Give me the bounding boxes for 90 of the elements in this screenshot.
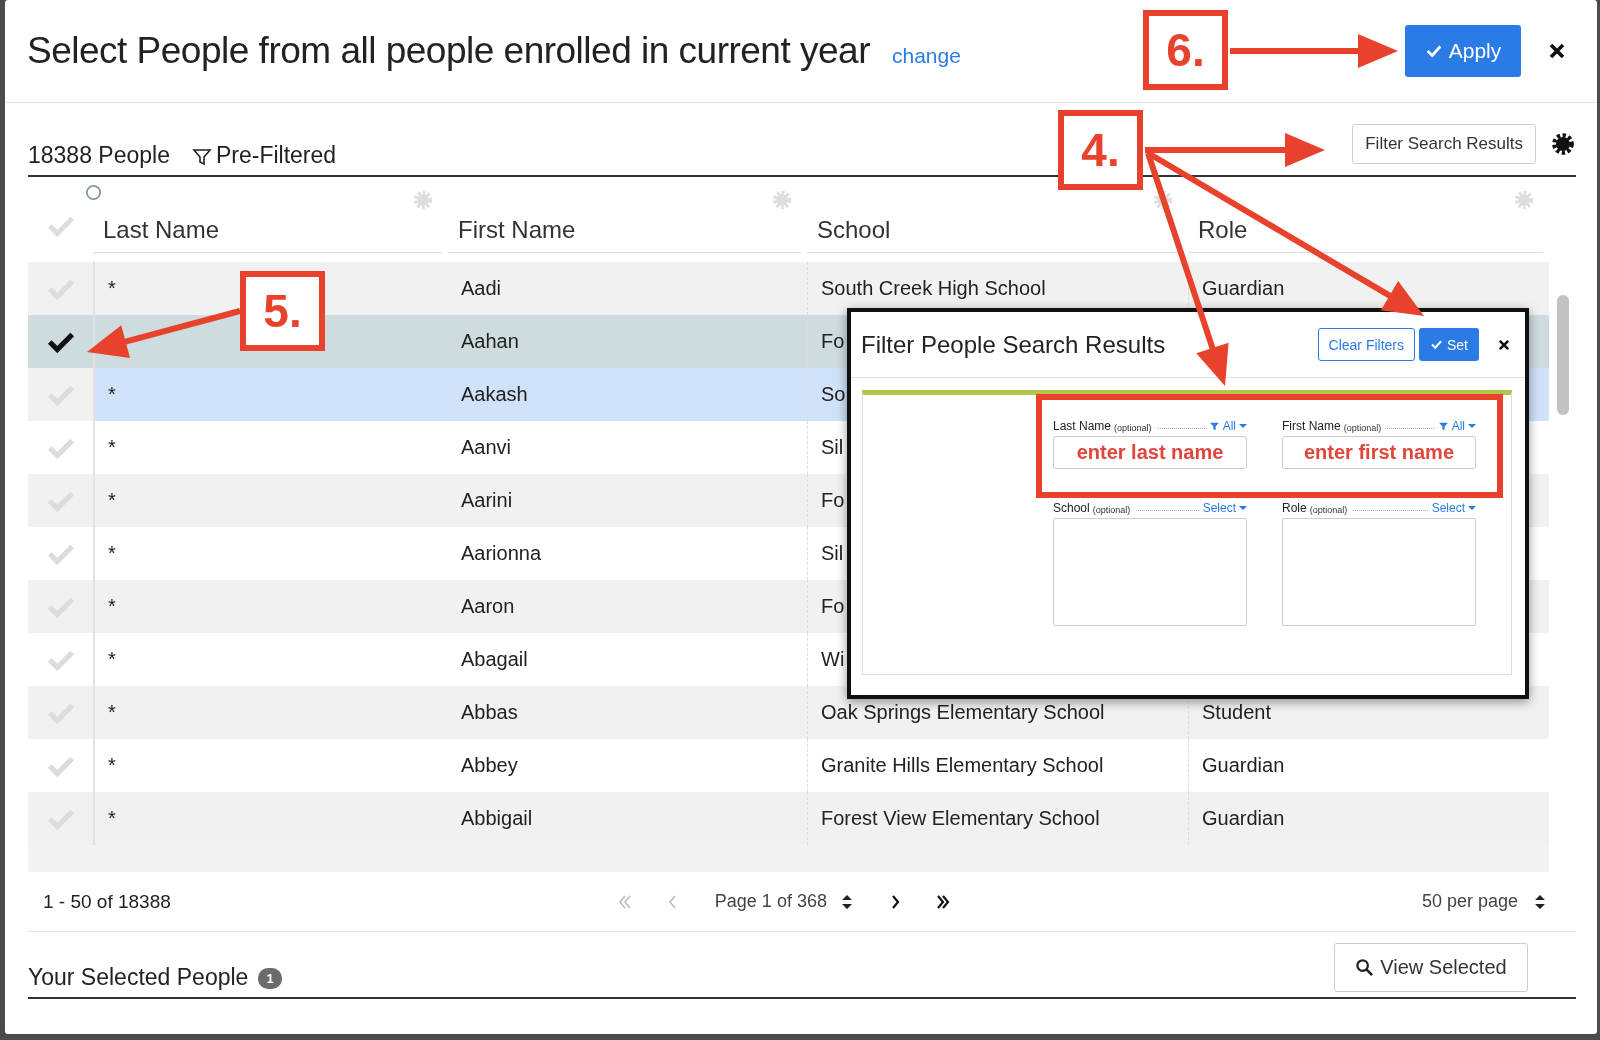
- table-cell: *: [108, 595, 116, 618]
- count-badge: 1: [258, 968, 282, 989]
- table-cell: Oak Springs Elementary School: [821, 701, 1105, 724]
- table-row[interactable]: * Abbigail Forest View Elementary School Guardian: [28, 792, 1549, 845]
- table-cell: Student: [1202, 701, 1271, 724]
- table-cell: *: [108, 807, 116, 830]
- table-cell: *: [108, 648, 116, 671]
- clear-filters-button[interactable]: Clear Filters: [1317, 328, 1415, 361]
- column-header[interactable]: Role: [1198, 216, 1248, 244]
- view-selected-button[interactable]: View Selected: [1334, 943, 1528, 992]
- table-cell: *: [108, 542, 116, 565]
- caret-icon: [1239, 423, 1247, 429]
- table-cell: Forest View Elementary School: [821, 807, 1100, 830]
- set-button[interactable]: Set: [1419, 328, 1479, 361]
- table-cell: Aakash: [461, 383, 528, 406]
- table-cell: Wi: [821, 648, 845, 671]
- table-cell: Granite Hills Elementary School: [821, 754, 1104, 777]
- filter-search-results-button[interactable]: Filter Search Results: [1352, 124, 1536, 164]
- table-cell: Fo: [821, 489, 845, 512]
- field-label: School: [1053, 501, 1090, 515]
- people-count: 18388 People: [28, 142, 170, 169]
- table-cell: Fo: [821, 330, 845, 353]
- per-page-select[interactable]: 50 per page: [1421, 891, 1518, 912]
- table-cell: *: [108, 701, 116, 724]
- filter-status: Pre-Filtered: [215, 142, 337, 169]
- table-cell: *: [108, 383, 116, 406]
- column-header[interactable]: First Name: [458, 216, 576, 244]
- filter-dropdown[interactable]: All: [1437, 419, 1476, 433]
- table-cell: Guardian: [1202, 754, 1285, 777]
- table-cell: *: [108, 489, 116, 512]
- filter-dropdown[interactable]: Select: [1431, 501, 1476, 515]
- field-label: Last Name: [1053, 419, 1112, 433]
- scrollbar-thumb[interactable]: [1557, 295, 1569, 415]
- field-hint: (optional): [1343, 423, 1382, 433]
- change-link[interactable]: change: [892, 44, 961, 68]
- table-cell: Abbey: [461, 754, 518, 777]
- dotted-leader: [1387, 428, 1434, 429]
- caret-icon: [1239, 505, 1247, 511]
- field-label: First Name: [1282, 419, 1341, 433]
- caret-icon: [1468, 423, 1476, 429]
- caret-icon: [1468, 505, 1476, 511]
- table-cell: Aahan: [461, 330, 519, 353]
- step-label: 6.: [1143, 10, 1228, 90]
- table-cell: Sil: [821, 542, 844, 565]
- table-cell: Aaron: [461, 595, 515, 618]
- table-cell: Guardian: [1202, 277, 1285, 300]
- table-cell: Abbas: [461, 701, 518, 724]
- column-header[interactable]: School: [817, 216, 891, 244]
- field-hint: (optional): [1092, 505, 1131, 515]
- table-cell: Sil: [821, 436, 844, 459]
- table-cell: Abagail: [461, 648, 528, 671]
- settings-icon[interactable]: [1550, 131, 1576, 157]
- funnel-icon: [191, 147, 212, 167]
- filter-dropdown[interactable]: All: [1208, 419, 1247, 433]
- input-field[interactable]: enter last name: [1053, 436, 1247, 469]
- table-cell: Aarini: [461, 489, 513, 512]
- dotted-leader: [1157, 428, 1205, 429]
- input-field[interactable]: enter first name: [1282, 436, 1476, 469]
- table-cell: South Creek High School: [821, 277, 1046, 300]
- close-icon[interactable]: [1497, 337, 1511, 352]
- table-cell: *: [108, 754, 116, 777]
- close-icon[interactable]: [1547, 41, 1567, 61]
- table-cell: Aanvi: [461, 436, 512, 459]
- table-cell: *: [108, 436, 116, 459]
- column-header[interactable]: Last Name: [103, 216, 220, 244]
- apply-button[interactable]: Apply: [1405, 25, 1521, 77]
- dotted-leader: [1136, 510, 1199, 511]
- section-title: Your Selected People: [28, 964, 249, 991]
- resize-handle-icon[interactable]: [84, 183, 103, 202]
- check-icon: [1430, 338, 1443, 351]
- page-indicator: Page 1 of 368: [714, 891, 827, 912]
- table-cell: Aadi: [461, 277, 502, 300]
- dialog-title: Select People from all people enrolled in current year: [27, 30, 870, 72]
- filter-dropdown[interactable]: Select: [1202, 501, 1247, 515]
- step-label: 4.: [1058, 110, 1143, 190]
- table-cell: Aarionna: [461, 542, 542, 565]
- result-range: 1 - 50 of 18388: [43, 890, 171, 913]
- popup-title: Filter People Search Results: [861, 330, 1166, 359]
- list-box[interactable]: [1053, 518, 1247, 626]
- step-label: 5.: [240, 271, 325, 351]
- list-box[interactable]: [1282, 518, 1476, 626]
- field-hint: (optional): [1114, 423, 1152, 433]
- search-icon: [1355, 958, 1375, 977]
- table-cell: *: [108, 277, 116, 300]
- field-label: Role: [1282, 501, 1307, 515]
- table-cell: So: [821, 383, 846, 406]
- table-cell: Fo: [821, 595, 845, 618]
- table-cell: Guardian: [1202, 807, 1285, 830]
- field-hint: (optional): [1309, 505, 1348, 515]
- table-cell: Abbigail: [461, 807, 533, 830]
